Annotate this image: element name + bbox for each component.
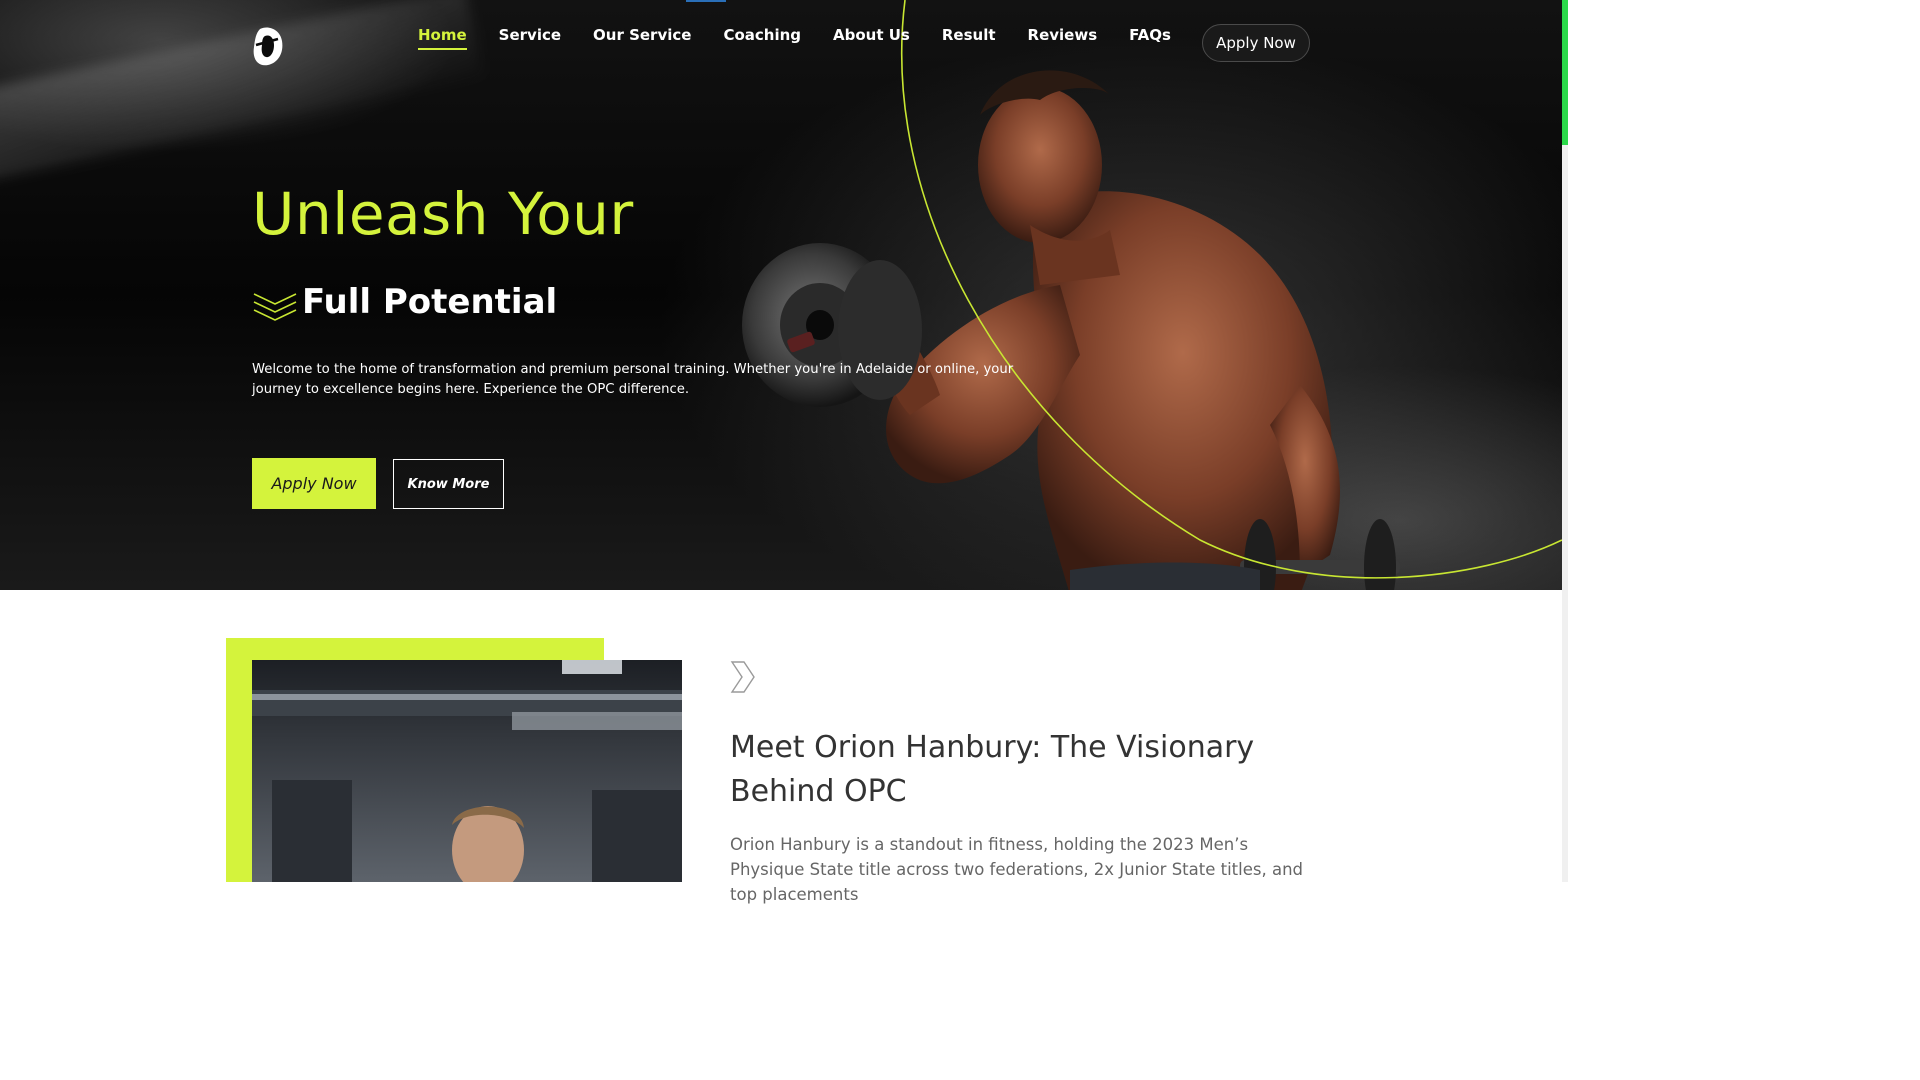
about-heading: Meet Orion Hanbury: The Visionary Behind… [730,730,1255,809]
hero-apply-now-button[interactable]: Apply Now [252,458,376,509]
hero-know-more-button[interactable]: Know More [393,459,504,509]
opc-logo-icon[interactable] [250,25,286,67]
nav-item-home[interactable]: Home [418,26,467,50]
nav-item-reviews[interactable]: Reviews [1028,26,1098,50]
nav-item-coaching[interactable]: Coaching [723,26,801,50]
header-apply-now-button[interactable]: Apply Now [1202,24,1310,62]
about-body-text: Orion Hanbury is a standout in fitness, … [730,835,1304,904]
gym-photo-illustration [252,660,682,882]
main-nav: Home Service Our Service Coaching About … [418,26,1203,50]
triple-chevron-icon [253,293,297,321]
hero-description: Welcome to the home of transformation an… [252,362,1014,397]
nav-item-service[interactable]: Service [499,26,561,50]
hero-athlete-image [742,70,1400,590]
nav-item-about-us[interactable]: About Us [833,26,910,50]
scrollbar-thumb[interactable] [1562,0,1568,145]
top-accent-line [686,0,726,2]
nav-item-our-service[interactable]: Our Service [593,26,691,50]
hero-title: Unleash Your [252,180,634,248]
about-photo [252,660,682,882]
smoke-effect [0,0,484,184]
nav-item-result[interactable]: Result [942,26,996,50]
chevron-right-outline-icon [730,661,755,693]
hero-section: Home Service Our Service Coaching About … [0,0,1562,590]
page-scrollbar[interactable] [1562,0,1568,882]
nav-item-faqs[interactable]: FAQs [1129,26,1171,50]
hero-subtitle: Full Potential [302,282,558,322]
